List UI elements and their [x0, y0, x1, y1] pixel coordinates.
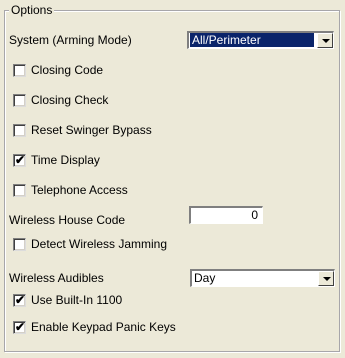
options-panel: Options System (Arming Mode) All/Perimet… [0, 0, 345, 358]
wireless-house-code-label: Wireless House Code [9, 213, 126, 227]
closing-check-checkbox[interactable] [13, 94, 26, 107]
enable-keypad-panic-keys-label[interactable]: Enable Keypad Panic Keys [31, 319, 176, 335]
wireless-audibles-select[interactable]: Day [190, 269, 335, 287]
time-display-label[interactable]: Time Display [31, 152, 100, 168]
closing-code-checkbox[interactable] [13, 64, 26, 77]
chevron-down-icon [322, 39, 330, 43]
system-arming-mode-label: System (Arming Mode) [9, 33, 132, 47]
options-group-title: Options [9, 3, 55, 17]
system-arming-mode-select[interactable]: All/Perimeter [187, 31, 334, 49]
closing-check-label[interactable]: Closing Check [31, 92, 108, 108]
system-arming-mode-value: All/Perimeter [190, 33, 314, 47]
system-arming-mode-dropdown-button[interactable] [317, 33, 333, 48]
use-builtin-1100-checkbox[interactable]: ✔ [13, 293, 26, 307]
chevron-down-icon [323, 277, 331, 281]
check-mark-icon: ✔ [15, 153, 26, 167]
wireless-audibles-dropdown-button[interactable] [318, 271, 334, 286]
enable-keypad-panic-keys-checkbox[interactable]: ✔ [13, 320, 26, 334]
reset-swinger-bypass-checkbox[interactable] [13, 124, 26, 137]
time-display-checkbox[interactable]: ✔ [13, 153, 26, 167]
closing-code-label[interactable]: Closing Code [31, 62, 103, 78]
telephone-access-checkbox[interactable] [13, 184, 26, 197]
use-builtin-1100-label[interactable]: Use Built-In 1100 [31, 292, 122, 308]
wireless-house-code-input[interactable]: 0 [189, 206, 263, 224]
check-mark-icon: ✔ [15, 293, 26, 307]
wireless-audibles-label: Wireless Audibles [9, 271, 104, 285]
detect-wireless-jamming-checkbox[interactable] [13, 238, 26, 251]
detect-wireless-jamming-label[interactable]: Detect Wireless Jamming [31, 236, 167, 252]
wireless-audibles-value: Day [194, 271, 216, 285]
telephone-access-label[interactable]: Telephone Access [31, 182, 128, 198]
check-mark-icon: ✔ [15, 320, 26, 334]
reset-swinger-bypass-label[interactable]: Reset Swinger Bypass [31, 122, 152, 138]
